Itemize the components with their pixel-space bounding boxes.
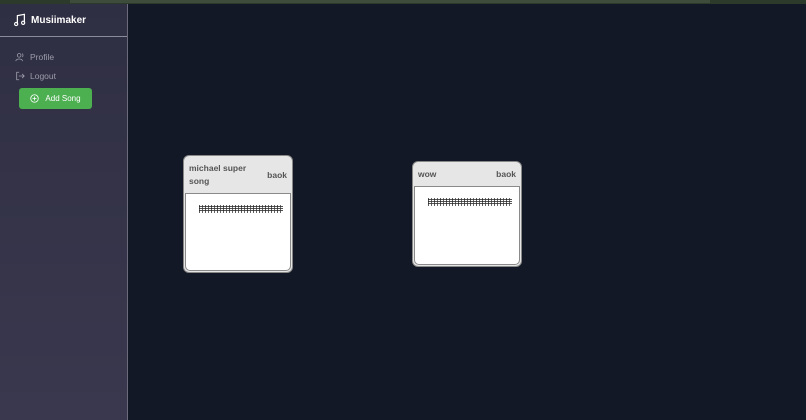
app-brand[interactable]: Musiimaker	[0, 4, 127, 37]
song-title: michael super song	[189, 162, 247, 186]
song-card[interactable]: michael super song baok	[183, 155, 293, 273]
music-staff	[199, 205, 283, 213]
top-strip-bar	[70, 0, 710, 3]
sidebar-item-profile[interactable]: Profile	[0, 47, 127, 67]
card-header: michael super song baok	[184, 156, 292, 193]
song-action-link[interactable]: baok	[267, 170, 287, 180]
add-song-label: Add Song	[45, 94, 81, 103]
add-song-button[interactable]: Add Song	[19, 88, 92, 109]
card-header: wow baok	[413, 162, 521, 186]
song-title: wow	[418, 168, 437, 179]
sidebar-item-label: Profile	[30, 51, 55, 62]
sidebar: Musiimaker Profile Logout Add Song	[0, 4, 128, 420]
song-card[interactable]: wow baok	[412, 161, 522, 267]
sheet-music-preview	[185, 193, 291, 271]
music-staff	[428, 198, 512, 206]
logout-icon	[16, 72, 25, 81]
music-note-icon	[14, 13, 26, 27]
sidebar-nav: Profile Logout	[0, 37, 127, 86]
song-action-link[interactable]: baok	[496, 169, 516, 179]
user-icon	[15, 52, 24, 62]
app-name: Musiimaker	[31, 14, 87, 26]
sidebar-item-label: Logout	[30, 71, 56, 82]
sidebar-item-logout[interactable]: Logout	[0, 67, 127, 87]
plus-circle-icon	[30, 94, 40, 103]
sheet-music-preview	[414, 186, 520, 265]
